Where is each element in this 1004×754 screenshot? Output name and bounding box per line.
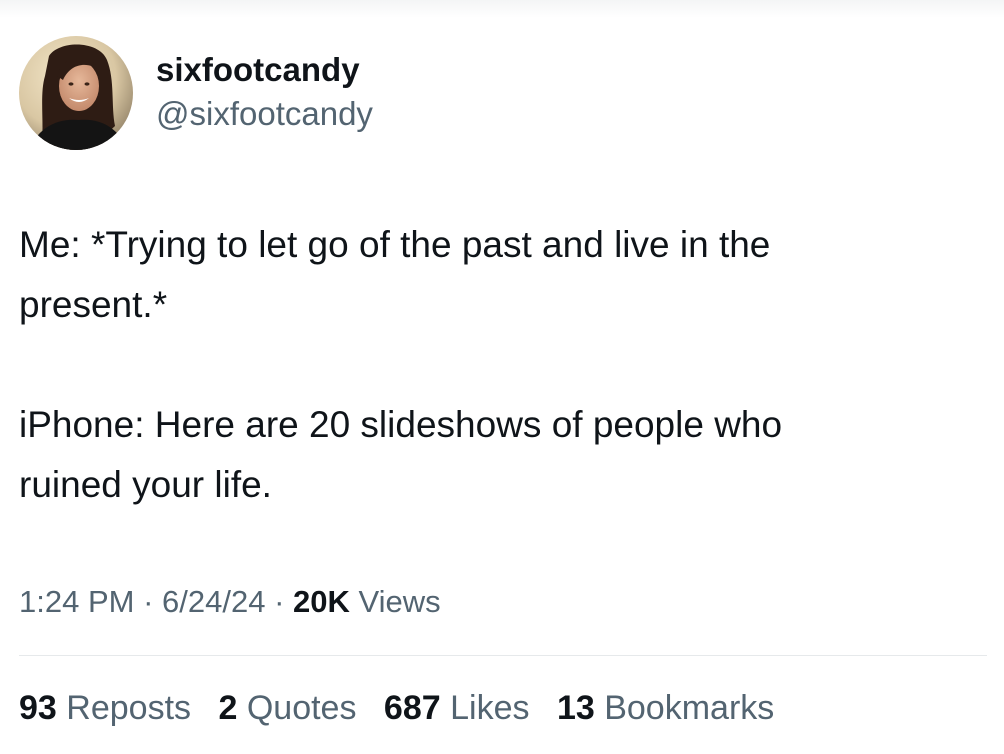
avatar-image [19,36,133,150]
tweet-paragraph: iPhone: Here are 20 slideshows of people… [19,404,783,505]
top-fade [0,0,1004,18]
tweet-paragraph: Me: *Trying to let go of the past and li… [19,224,771,325]
views-label: Views [358,584,441,619]
quotes-count: 2 [218,689,238,727]
bookmarks-label: Bookmarks [604,689,775,727]
divider [19,655,987,656]
tweet-date[interactable]: 6/24/24 [162,584,265,619]
tweet-time[interactable]: 1:24 PM [19,584,134,619]
engagement-stats: 93 Reposts 2 Quotes 687 Likes 13 Bookmar… [19,686,792,730]
author-block: sixfootcandy @sixfootcandy [156,50,373,134]
quotes-stat[interactable]: 2 Quotes [218,686,356,730]
tweet-card: sixfootcandy @sixfootcandy Me: *Trying t… [0,0,1004,754]
quotes-label: Quotes [246,689,357,727]
reposts-stat[interactable]: 93 Reposts [19,686,191,730]
views-count: 20K [293,584,350,619]
display-name[interactable]: sixfootcandy [156,50,373,90]
likes-label: Likes [450,689,530,727]
meta-separator: · [143,584,154,619]
reposts-label: Reposts [66,689,192,727]
bookmarks-count: 13 [556,689,595,727]
tweet-text: Me: *Trying to let go of the past and li… [19,215,979,515]
tweet-meta: 1:24 PM · 6/24/24 · 20K Views [19,582,441,622]
user-handle[interactable]: @sixfootcandy [156,94,373,134]
likes-count: 687 [383,689,441,727]
reposts-count: 93 [19,689,57,727]
avatar[interactable] [19,36,133,150]
bookmarks-stat[interactable]: 13 Bookmarks [557,686,774,730]
likes-stat[interactable]: 687 Likes [384,686,530,730]
meta-separator: · [274,584,285,619]
